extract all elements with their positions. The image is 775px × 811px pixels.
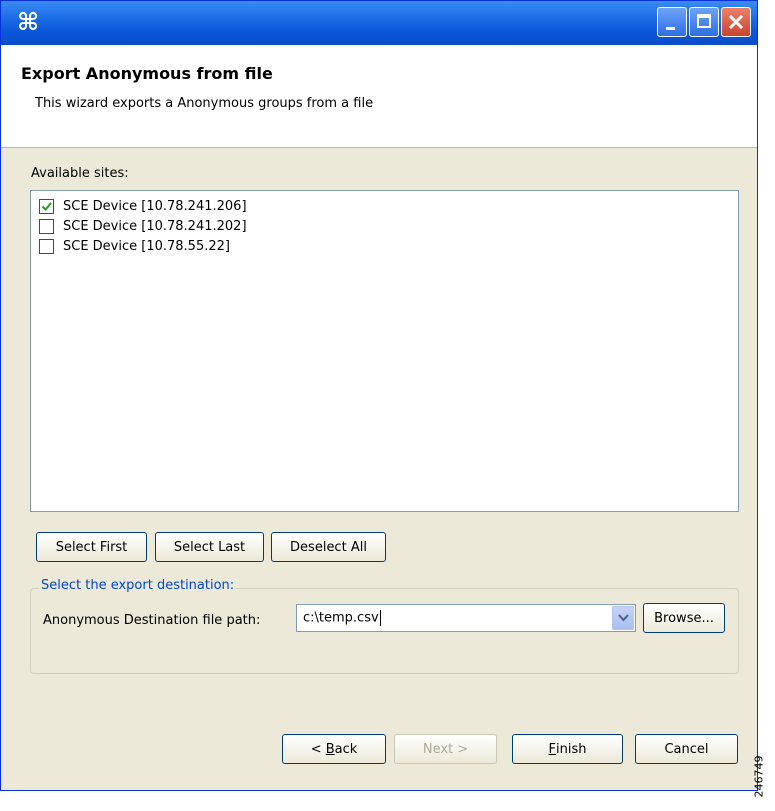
site-label: SCE Device [10.78.241.202] bbox=[63, 218, 247, 234]
figure-code-text: 246749 bbox=[752, 755, 766, 798]
wizard-title: Export Anonymous from file bbox=[21, 64, 273, 83]
export-destination-legend: Select the export destination: bbox=[39, 578, 237, 593]
site-checkbox[interactable] bbox=[39, 218, 54, 234]
maximize-button[interactable] bbox=[689, 7, 719, 37]
site-checkbox[interactable] bbox=[39, 238, 54, 254]
browse-button[interactable]: Browse... bbox=[643, 603, 725, 633]
close-button[interactable] bbox=[721, 7, 751, 37]
back-mnemonic: B bbox=[325, 741, 335, 757]
site-label: SCE Device [10.78.55.22] bbox=[63, 238, 230, 254]
destination-path-combo[interactable]: c:\temp.csv bbox=[296, 604, 636, 632]
destination-path-value: c:\temp.csv bbox=[303, 610, 381, 626]
wizard-header: Export Anonymous from file This wizard e… bbox=[1, 45, 757, 148]
minimize-button[interactable] bbox=[657, 7, 687, 37]
site-label: SCE Device [10.78.241.206] bbox=[63, 198, 247, 214]
select-first-button[interactable]: Select First bbox=[36, 532, 147, 562]
site-list-item[interactable]: SCE Device [10.78.241.206] bbox=[39, 196, 247, 216]
deselect-all-button[interactable]: Deselect All bbox=[271, 532, 386, 562]
site-list[interactable]: SCE Device [10.78.241.206] SCE Device [1… bbox=[30, 190, 739, 512]
next-button[interactable]: Next > bbox=[394, 734, 497, 764]
finish-button[interactable]: Finish bbox=[512, 734, 623, 764]
checkmark-icon bbox=[41, 201, 52, 211]
back-button[interactable]: < Back bbox=[282, 734, 386, 764]
back-label-rest: ack bbox=[334, 741, 358, 757]
finish-label-rest: inish bbox=[556, 741, 587, 757]
cancel-button[interactable]: Cancel bbox=[635, 734, 738, 764]
destination-path-label: Anonymous Destination file path: bbox=[43, 613, 261, 628]
select-last-button[interactable]: Select Last bbox=[155, 532, 264, 562]
available-sites-label: Available sites: bbox=[31, 166, 129, 181]
dropdown-button[interactable] bbox=[612, 606, 634, 630]
wizard-window: ⌘ Export Anonymous from file This wizard… bbox=[0, 0, 758, 791]
title-bar[interactable]: ⌘ bbox=[1, 1, 757, 45]
site-checkbox[interactable] bbox=[39, 198, 54, 214]
app-icon: ⌘ bbox=[17, 8, 40, 36]
close-icon bbox=[728, 14, 744, 30]
site-list-item[interactable]: SCE Device [10.78.241.202] bbox=[39, 216, 247, 236]
chevron-down-icon bbox=[618, 614, 629, 622]
site-list-item[interactable]: SCE Device [10.78.55.22] bbox=[39, 236, 230, 256]
finish-mnemonic: F bbox=[548, 741, 556, 757]
wizard-description: This wizard exports a Anonymous groups f… bbox=[35, 96, 374, 111]
figure-code: 246749 bbox=[753, 752, 774, 808]
back-prefix: < bbox=[310, 741, 326, 757]
